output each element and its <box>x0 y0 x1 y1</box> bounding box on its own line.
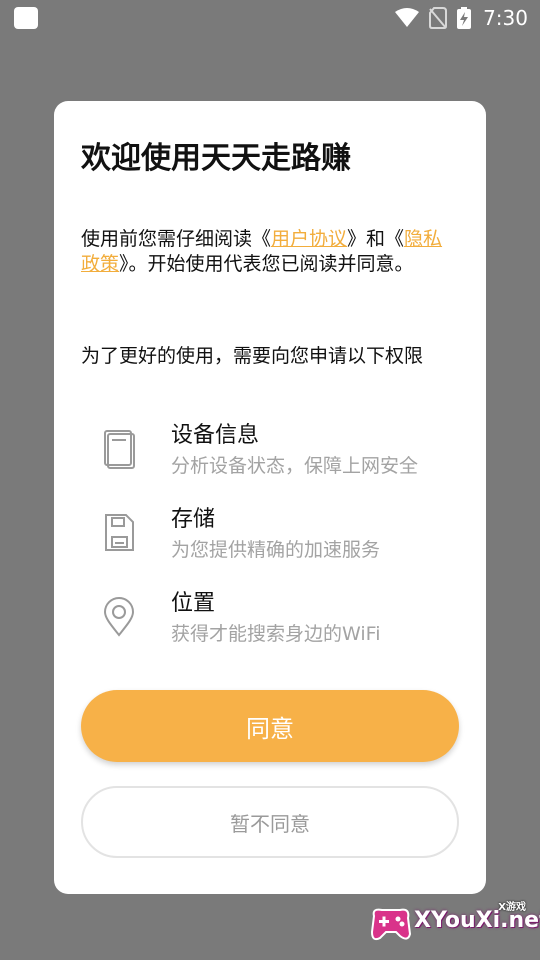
watermark-small-text: X游戏 <box>498 902 526 913</box>
intro-text: 使用前您需仔细阅读《用户协议》和《隐私政策》。开始使用代表您已阅读并同意。 <box>81 228 443 275</box>
status-bar: 7:30 <box>0 0 540 36</box>
permission-desc: 获得才能搜索身边的WiFi <box>171 623 381 645</box>
gamepad-logo-icon <box>370 908 412 941</box>
status-icons: 7:30 <box>395 0 528 36</box>
app-notification-icon <box>14 7 38 29</box>
dialog-title: 欢迎使用天天走路赚 <box>81 141 351 176</box>
wifi-icon <box>395 8 420 27</box>
permission-item-location: 位置 获得才能搜索身边的WiFi <box>54 585 486 655</box>
battery-charging-icon <box>457 7 472 29</box>
status-time: 7:30 <box>483 6 528 30</box>
storage-icon <box>105 514 134 551</box>
permission-name: 存储 <box>171 507 216 532</box>
watermark: XYouXi.net X游戏 <box>368 898 540 950</box>
permissions-heading: 为了更好的使用，需要向您申请以下权限 <box>81 345 424 367</box>
disagree-button[interactable]: 暂不同意 <box>81 786 459 858</box>
user-agreement-link[interactable]: 用户协议 <box>271 228 347 250</box>
permission-desc: 为您提供精确的加速服务 <box>171 539 381 561</box>
permission-dialog: 欢迎使用天天走路赚 使用前您需仔细阅读《用户协议》和《隐私政策》。开始使用代表您… <box>54 101 486 894</box>
device-icon <box>104 430 135 469</box>
permission-name: 设备信息 <box>171 423 260 448</box>
permission-item-storage: 存储 为您提供精确的加速服务 <box>54 501 486 571</box>
permission-desc: 分析设备状态，保障上网安全 <box>171 455 419 477</box>
no-sim-icon <box>429 7 448 29</box>
agree-button[interactable]: 同意 <box>81 690 459 762</box>
location-pin-icon <box>103 597 135 637</box>
permission-name: 位置 <box>171 591 216 616</box>
permission-item-device: 设备信息 分析设备状态，保障上网安全 <box>54 417 486 487</box>
